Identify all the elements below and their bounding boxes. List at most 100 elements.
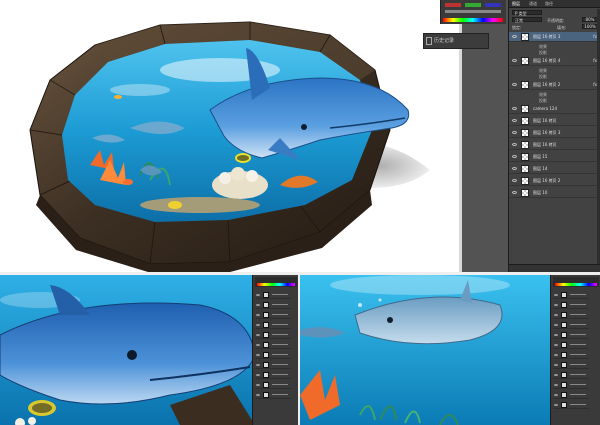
green-slider[interactable] bbox=[465, 3, 481, 7]
layer-thumbnail bbox=[263, 392, 269, 398]
layer-row[interactable]: 图层 16 拷贝 3 fx bbox=[509, 32, 600, 42]
mini-layer-row[interactable] bbox=[553, 361, 589, 369]
layer-row[interactable]: 图层 16 拷贝 2 bbox=[509, 176, 600, 186]
mini-layers-panel bbox=[252, 275, 298, 425]
layer-row[interactable]: 图层 16 拷贝 4 fx bbox=[509, 56, 600, 66]
mini-layer-row[interactable] bbox=[553, 341, 589, 349]
eye-icon[interactable] bbox=[554, 354, 558, 356]
eye-icon[interactable] bbox=[256, 344, 260, 346]
eye-icon[interactable] bbox=[554, 304, 558, 306]
layer-row[interactable]: 图层 10 bbox=[509, 188, 600, 198]
eye-icon[interactable] bbox=[256, 374, 260, 376]
eye-icon[interactable] bbox=[256, 334, 260, 336]
layer-thumbnail bbox=[263, 372, 269, 378]
lock-row: 锁定: 填充: 100% bbox=[509, 24, 600, 30]
eye-icon[interactable] bbox=[256, 364, 260, 366]
red-slider[interactable] bbox=[445, 3, 461, 7]
visibility-eye-icon[interactable] bbox=[512, 59, 517, 62]
mini-layer-row[interactable] bbox=[553, 381, 589, 389]
visibility-eye-icon[interactable] bbox=[512, 35, 517, 38]
eye-icon[interactable] bbox=[554, 384, 558, 386]
layer-row[interactable]: 图层 16 拷贝 bbox=[509, 116, 600, 126]
eye-icon[interactable] bbox=[554, 404, 558, 406]
mini-layer-row[interactable] bbox=[553, 391, 589, 399]
visibility-eye-icon[interactable] bbox=[512, 83, 517, 86]
visibility-eye-icon[interactable] bbox=[512, 143, 517, 146]
layer-row[interactable]: 图层 15 bbox=[509, 152, 600, 162]
layer-row[interactable]: 图层 16 拷贝 bbox=[509, 140, 600, 150]
document-canvas[interactable] bbox=[0, 0, 462, 272]
mini-color-panel[interactable] bbox=[553, 277, 599, 287]
eye-icon[interactable] bbox=[554, 314, 558, 316]
layer-name-placeholder bbox=[570, 344, 586, 345]
eye-icon[interactable] bbox=[554, 344, 558, 346]
mini-spectrum[interactable] bbox=[555, 283, 597, 286]
layer-name-placeholder bbox=[272, 374, 288, 375]
history-item-label[interactable]: 历史记录 bbox=[434, 37, 454, 44]
fill-input[interactable]: 100% bbox=[582, 24, 598, 29]
eye-icon[interactable] bbox=[554, 394, 558, 396]
opacity-input[interactable]: 80% bbox=[582, 17, 598, 22]
mini-layer-row[interactable] bbox=[255, 371, 291, 379]
color-spectrum[interactable] bbox=[443, 18, 503, 22]
eye-icon[interactable] bbox=[554, 334, 558, 336]
mini-layer-row[interactable] bbox=[553, 291, 589, 299]
eye-icon[interactable] bbox=[256, 324, 260, 326]
blend-mode-select[interactable]: 正常 bbox=[512, 17, 542, 23]
mini-layer-row[interactable] bbox=[255, 311, 291, 319]
mini-layer-row[interactable] bbox=[553, 351, 589, 359]
eye-icon[interactable] bbox=[256, 304, 260, 306]
kind-filter-select[interactable]: P 类型 bbox=[512, 10, 542, 16]
layer-thumbnail bbox=[521, 105, 529, 113]
mini-layer-row[interactable] bbox=[255, 351, 291, 359]
mini-layer-row[interactable] bbox=[553, 321, 589, 329]
mini-layer-row[interactable] bbox=[553, 311, 589, 319]
visibility-eye-icon[interactable] bbox=[512, 131, 517, 134]
layer-name: 图层 16 拷贝 3 bbox=[533, 34, 561, 39]
layers-panel: 图层 通道 路径 P 类型 正常 不透明度: 80% 锁定: 填充: 100% bbox=[508, 0, 600, 272]
eye-icon[interactable] bbox=[256, 394, 260, 396]
blue-slider[interactable] bbox=[485, 3, 501, 7]
tab-layers[interactable]: 图层 bbox=[512, 1, 520, 7]
eye-icon[interactable] bbox=[256, 354, 260, 356]
mini-layer-row[interactable] bbox=[255, 291, 291, 299]
mini-layer-row[interactable] bbox=[553, 301, 589, 309]
eye-icon[interactable] bbox=[554, 294, 558, 296]
mini-layer-row[interactable] bbox=[255, 361, 291, 369]
visibility-eye-icon[interactable] bbox=[512, 119, 517, 122]
eye-icon[interactable] bbox=[256, 294, 260, 296]
layer-row[interactable]: 图层 16 拷贝 3 bbox=[509, 128, 600, 138]
visibility-eye-icon[interactable] bbox=[512, 107, 517, 110]
layer-thumbnail bbox=[263, 322, 269, 328]
eye-icon[interactable] bbox=[256, 314, 260, 316]
history-panel[interactable]: 历史记录 bbox=[423, 33, 489, 49]
color-panel[interactable] bbox=[440, 0, 506, 24]
eye-icon[interactable] bbox=[256, 384, 260, 386]
mini-layer-row[interactable] bbox=[553, 331, 589, 339]
mini-layer-row[interactable] bbox=[255, 321, 291, 329]
mini-layer-row[interactable] bbox=[255, 341, 291, 349]
eye-icon[interactable] bbox=[554, 324, 558, 326]
visibility-eye-icon[interactable] bbox=[512, 191, 517, 194]
mini-layer-row[interactable] bbox=[255, 331, 291, 339]
tab-channels[interactable]: 通道 bbox=[529, 1, 537, 7]
layer-row[interactable]: 图层 14 bbox=[509, 164, 600, 174]
eye-icon[interactable] bbox=[554, 374, 558, 376]
mini-spectrum[interactable] bbox=[257, 283, 295, 286]
layer-row[interactable]: 图层 16 拷贝 2 fx bbox=[509, 80, 600, 90]
mini-layer-row[interactable] bbox=[255, 301, 291, 309]
eye-icon[interactable] bbox=[554, 364, 558, 366]
visibility-eye-icon[interactable] bbox=[512, 167, 517, 170]
layer-name-placeholder bbox=[570, 354, 586, 355]
mini-layer-row[interactable] bbox=[553, 371, 589, 379]
mini-layer-row[interactable] bbox=[553, 401, 589, 409]
visibility-eye-icon[interactable] bbox=[512, 155, 517, 158]
layer-row[interactable]: camera 124 bbox=[509, 104, 600, 114]
visibility-eye-icon[interactable] bbox=[512, 179, 517, 182]
mini-layer-row[interactable] bbox=[255, 391, 291, 399]
layer-name-placeholder bbox=[272, 384, 288, 385]
tab-paths[interactable]: 路径 bbox=[545, 1, 553, 7]
mini-layer-row[interactable] bbox=[255, 381, 291, 389]
mini-color-panel[interactable] bbox=[255, 277, 297, 287]
value-slider[interactable] bbox=[445, 10, 501, 13]
